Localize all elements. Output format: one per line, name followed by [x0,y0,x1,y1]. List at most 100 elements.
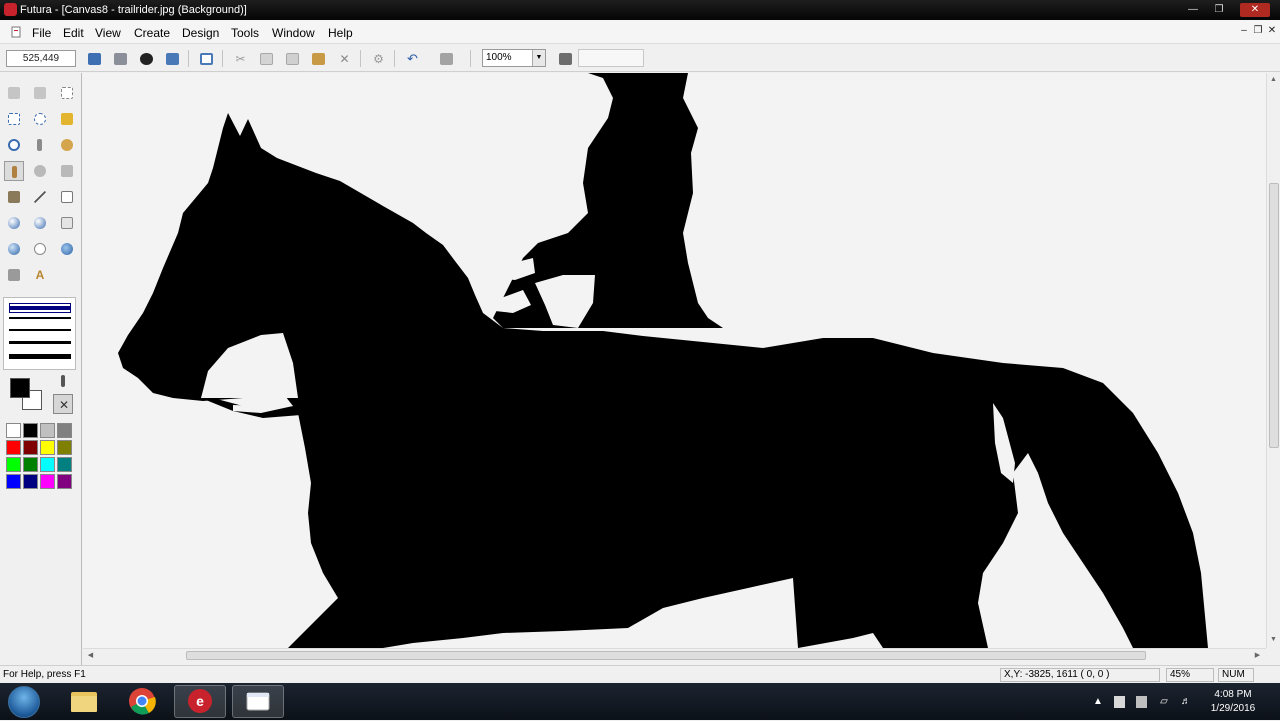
menu-edit[interactable]: Edit [63,26,84,40]
network-icon[interactable]: ▱ [1158,696,1170,708]
horizontal-scroll-thumb[interactable] [186,651,1146,660]
child-restore-icon[interactable]: ❐ [1252,25,1264,37]
line-width-option[interactable] [9,329,71,331]
clock-time: 4:08 PM [1214,689,1252,700]
line-icon[interactable] [30,187,50,207]
pencil-icon[interactable] [4,161,24,181]
undo-icon[interactable]: ↶ [402,49,422,68]
futura-taskbar-button[interactable]: e [174,685,226,718]
scroll-left-icon[interactable]: ◀ [86,651,95,659]
palette-color[interactable] [23,474,38,489]
scroll-down-icon[interactable]: ▼ [1269,636,1278,643]
cut-icon[interactable]: ✂ [230,49,250,68]
palette-color[interactable] [40,423,55,438]
tray-display-icon[interactable] [1136,696,1147,708]
menu-window[interactable]: Window [272,26,315,40]
folder-taskbar-button[interactable] [232,685,284,718]
magic-wand-icon[interactable] [57,109,77,129]
palette-color[interactable] [6,440,21,455]
line-width-option[interactable] [9,354,71,359]
ring-icon[interactable] [30,239,50,259]
foreground-color-swatch[interactable] [10,378,30,398]
scroll-up-icon[interactable]: ▲ [1269,76,1278,83]
palette-color[interactable] [40,440,55,455]
palette-color[interactable] [23,423,38,438]
save-icon[interactable] [84,49,104,68]
palette-color[interactable] [23,457,38,472]
frame-icon[interactable] [196,49,216,68]
tray-app-icon[interactable] [1114,696,1125,708]
rectangle-icon[interactable] [57,187,77,207]
scroll-right-icon[interactable]: ▶ [1253,651,1262,659]
color-selector[interactable] [10,378,44,412]
transform-icon[interactable] [57,161,77,181]
info-icon[interactable] [136,49,156,68]
magic-select-icon[interactable] [30,83,50,103]
import-icon[interactable] [162,49,182,68]
image-canvas[interactable] [83,73,1266,648]
maximize-icon[interactable]: ❐ [1208,3,1230,17]
horizontal-scrollbar[interactable]: ◀ ▶ [83,648,1266,662]
explorer-taskbar-button[interactable] [58,685,110,718]
menu-view[interactable]: View [95,26,121,40]
volume-icon[interactable]: ♬ [1180,696,1192,708]
menu-create[interactable]: Create [134,26,170,40]
line-width-option-selected[interactable] [9,303,71,313]
palette-color[interactable] [6,457,21,472]
palette-color[interactable] [6,423,21,438]
chrome-taskbar-button[interactable] [116,685,168,718]
eyedropper-icon[interactable] [30,135,50,155]
line-width-option[interactable] [9,317,71,319]
globe-icon[interactable] [57,239,77,259]
print-icon[interactable] [110,49,130,68]
palette-color[interactable] [57,423,72,438]
no-fill-icon[interactable]: ✕ [53,394,73,414]
palette-color[interactable] [57,474,72,489]
copy-merged-icon[interactable] [282,49,302,68]
tray-expand-icon[interactable]: ▲ [1092,696,1104,708]
settings-icon[interactable]: ⚙ [368,49,388,68]
menu-design[interactable]: Design [182,26,219,40]
line-width-option[interactable] [9,341,71,344]
zoom-select[interactable]: 100% ▼ [482,49,546,67]
cross-icon[interactable] [4,265,24,285]
clone-icon[interactable] [30,161,50,181]
marquee-icon[interactable] [57,83,77,103]
zoom-icon[interactable] [4,135,24,155]
smudge-icon[interactable] [57,135,77,155]
sphere-icon[interactable] [4,213,24,233]
paste-icon[interactable] [308,49,328,68]
chevron-down-icon[interactable]: ▼ [532,50,545,66]
minimize-icon[interactable]: — [1182,3,1204,17]
eyedropper-small-icon[interactable] [53,371,73,391]
orb-icon[interactable] [30,213,50,233]
tool-options-field[interactable] [578,49,644,67]
palette-color[interactable] [40,457,55,472]
menu-tools[interactable]: Tools [231,26,259,40]
child-minimize-icon[interactable]: – [1238,25,1250,37]
delete-icon[interactable]: ✕ [334,49,354,68]
circle-icon[interactable] [4,239,24,259]
grid-icon[interactable] [555,49,575,68]
menu-help[interactable]: Help [328,26,353,40]
palette-color[interactable] [40,474,55,489]
clock[interactable]: 4:08 PM 1/29/2016 [1200,688,1266,716]
rectangle-select-icon[interactable] [4,109,24,129]
text-icon[interactable]: A [30,265,50,285]
copy-icon[interactable] [256,49,276,68]
palette-color[interactable] [57,440,72,455]
palette-color[interactable] [23,440,38,455]
close-icon[interactable]: ✕ [1240,3,1270,17]
vertical-scroll-thumb[interactable] [1269,183,1279,448]
paint-bucket-icon[interactable] [4,187,24,207]
start-button[interactable] [8,686,40,718]
ellipse-select-icon[interactable] [30,109,50,129]
palette-color[interactable] [57,457,72,472]
child-close-icon[interactable]: ✕ [1266,25,1278,37]
palette-color[interactable] [6,474,21,489]
vertical-scrollbar[interactable]: ▲ ▼ [1266,73,1280,648]
redo-icon[interactable] [436,49,456,68]
lasso-icon[interactable] [4,83,24,103]
square-shape-icon[interactable] [57,213,77,233]
menu-file[interactable]: File [32,26,51,40]
